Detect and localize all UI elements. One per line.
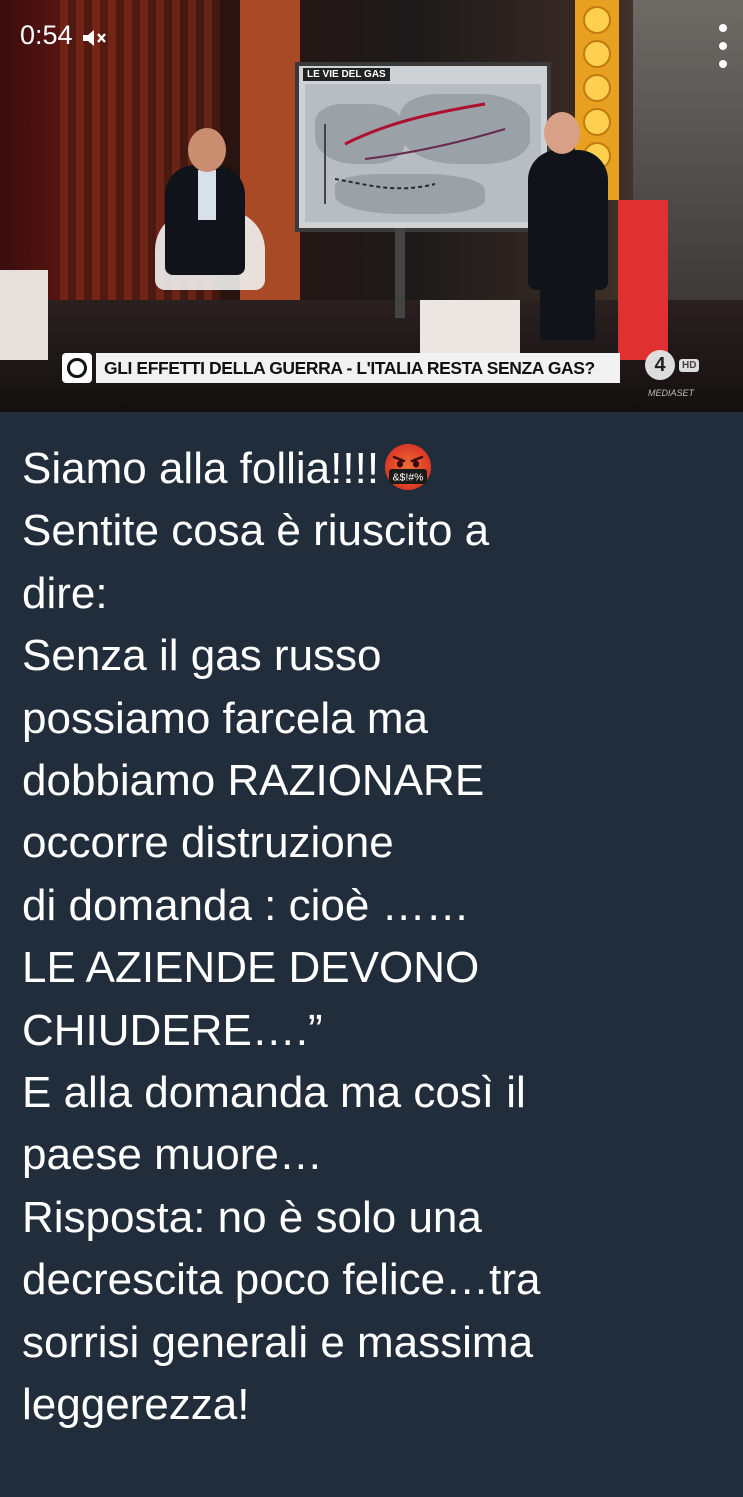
message-line: leggerezza! <box>22 1380 250 1430</box>
studio-cube <box>0 270 48 360</box>
ticker-text: GLI EFFETTI DELLA GUERRA - L'ITALIA REST… <box>96 353 620 383</box>
screen-stand <box>395 228 405 318</box>
message-line: Sentite cosa è riuscito a <box>22 506 490 556</box>
message-line: Risposta: no è solo una <box>22 1192 482 1242</box>
message-line: dobbiamo RAZIONARE <box>22 756 485 806</box>
channel-logo: 4 HD <box>645 350 700 380</box>
studio-cube <box>420 300 520 360</box>
message-line: di domanda : cioè …… <box>22 880 470 930</box>
map-screen: LE VIE DEL GAS <box>295 62 551 232</box>
message-line: decrescita poco felice…tra <box>22 1255 541 1305</box>
message-line: LE AZIENDE DEVONO <box>22 943 480 993</box>
message-line: occorre distruzione <box>22 818 394 868</box>
host-head <box>544 112 580 154</box>
status-bar: 0:54 <box>20 20 107 51</box>
angry-cursing-emoji-icon: &$!#% <box>383 442 433 492</box>
message-line: paese muore… <box>22 1130 323 1180</box>
program-logo-icon <box>62 353 92 383</box>
host-person <box>528 150 608 290</box>
studio-red-panel <box>618 200 668 360</box>
host-legs <box>540 280 595 340</box>
channel-number: 4 <box>645 350 675 380</box>
more-vertical-icon[interactable] <box>717 24 729 68</box>
message-line: possiamo farcela ma <box>22 693 428 743</box>
guest-head <box>188 128 226 172</box>
message-line: Senza il gas russo <box>22 631 382 681</box>
message-text: Siamo alla follia!!!! &$!#% Sentite cosa… <box>22 438 722 1437</box>
message-line: CHIUDERE….” <box>22 1005 323 1055</box>
message-line: sorrisi generali e massima <box>22 1317 534 1367</box>
video-player[interactable]: LE VIE DEL GAS 0:54 GLI EFFETTI DELLA GU… <box>0 0 743 412</box>
broadcaster-brand: MEDIASET <box>648 388 695 398</box>
message-line: E alla domanda ma così il <box>22 1068 526 1118</box>
svg-text:&$!#%: &$!#% <box>393 472 424 484</box>
pipeline-routes <box>324 102 506 204</box>
video-time: 0:54 <box>20 20 73 50</box>
news-ticker: GLI EFFETTI DELLA GUERRA - L'ITALIA REST… <box>62 352 620 384</box>
message-line: Siamo alla follia!!!! &$!#% <box>22 438 722 500</box>
gas-map <box>305 84 541 222</box>
screen-title: LE VIE DEL GAS <box>303 68 390 81</box>
volume-muted-icon[interactable] <box>81 25 107 47</box>
message-line: dire: <box>22 568 108 618</box>
guest-shirt <box>198 170 216 220</box>
hd-badge: HD <box>679 358 700 372</box>
